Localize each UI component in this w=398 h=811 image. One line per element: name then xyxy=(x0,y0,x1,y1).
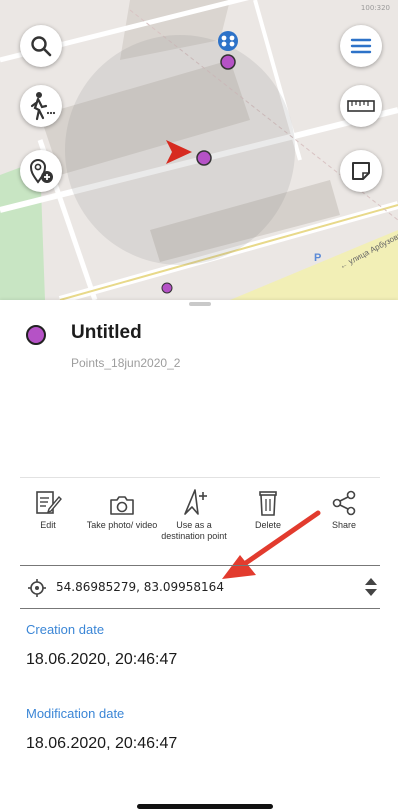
parking-label: P xyxy=(314,252,322,264)
share-label: Share xyxy=(331,520,357,530)
point-color-dot xyxy=(26,325,46,345)
home-indicator[interactable] xyxy=(137,804,273,809)
use-as-destination-button[interactable]: Use as a destination point xyxy=(158,483,230,542)
sheet-drag-handle[interactable] xyxy=(189,302,211,306)
edit-icon xyxy=(36,491,62,514)
poi-marker-icon xyxy=(161,282,173,294)
edit-label: Edit xyxy=(40,520,56,530)
target-icon[interactable] xyxy=(28,579,46,597)
add-place-button[interactable] xyxy=(20,150,62,192)
coordinates-value[interactable]: 54.86985279, 83.09958164 xyxy=(56,580,224,594)
walk-icon xyxy=(30,92,56,121)
location-pin-marker[interactable] xyxy=(215,30,241,72)
share-button[interactable]: Share xyxy=(308,483,380,531)
ruler-icon xyxy=(347,100,375,112)
trash-icon xyxy=(259,491,277,516)
delete-button[interactable]: Delete xyxy=(232,483,304,531)
point-details-sheet: Untitled Points_18jun2020_2 Edit Take ph… xyxy=(0,300,398,811)
menu-button[interactable] xyxy=(340,25,382,67)
add-place-icon xyxy=(29,159,53,184)
camera-icon xyxy=(110,496,134,515)
my-location-arrow-icon xyxy=(166,140,212,166)
edit-button[interactable]: Edit xyxy=(12,483,84,531)
area-icon xyxy=(352,162,370,180)
divider xyxy=(20,477,380,478)
ruler-button[interactable] xyxy=(340,85,382,127)
use-as-destination-label: Use as a destination point xyxy=(161,520,227,541)
menu-icon xyxy=(350,38,372,54)
take-photo-button[interactable]: Take photo/ video xyxy=(86,483,158,531)
action-bar: Edit Take photo/ video Use as a destinat… xyxy=(22,483,382,563)
point-title[interactable]: Untitled xyxy=(71,322,142,344)
creation-date-label: Creation date xyxy=(26,622,105,637)
share-icon xyxy=(332,490,356,516)
creation-date-value: 18.06.2020, 20:46:47 xyxy=(26,651,178,668)
modification-date-label: Modification date xyxy=(26,706,125,721)
take-photo-label: Take photo/ video xyxy=(86,520,158,530)
delete-label: Delete xyxy=(254,520,281,530)
walk-mode-button[interactable] xyxy=(20,85,62,127)
modification-date-value: 18.06.2020, 20:46:47 xyxy=(26,735,178,752)
point-layer-name: Points_18jun2020_2 xyxy=(71,356,181,370)
sort-updown-icon[interactable] xyxy=(364,577,378,597)
map-view[interactable]: 100:320 P ← улица Арбузова xyxy=(0,0,398,300)
coordinates-row[interactable]: 54.86985279, 83.09958164 xyxy=(20,565,380,609)
map-scale-text: 100:320 xyxy=(360,4,390,12)
search-icon xyxy=(31,36,52,57)
navigate-icon xyxy=(184,489,207,515)
area-button[interactable] xyxy=(340,150,382,192)
search-button[interactable] xyxy=(20,25,62,67)
